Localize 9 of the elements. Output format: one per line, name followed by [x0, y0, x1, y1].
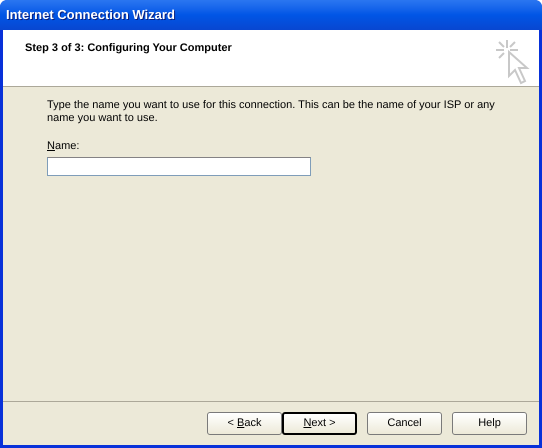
window-title: Internet Connection Wizard [6, 6, 175, 24]
wizard-button[interactable]: Help [452, 412, 527, 435]
wizard-button[interactable]: Next > [282, 412, 357, 435]
instructions-text: Type the name you want to use for this connection. This can be the name of your ISP or any name you want to use. [47, 99, 496, 125]
name-label: Name: [47, 139, 80, 154]
wizard-button[interactable]: Cancel [367, 412, 442, 435]
wizard-button[interactable]: < Back [207, 412, 282, 435]
name-input[interactable] [47, 156, 311, 176]
step-title: Step 3 of 3: Configuring Your Computer [25, 41, 232, 56]
